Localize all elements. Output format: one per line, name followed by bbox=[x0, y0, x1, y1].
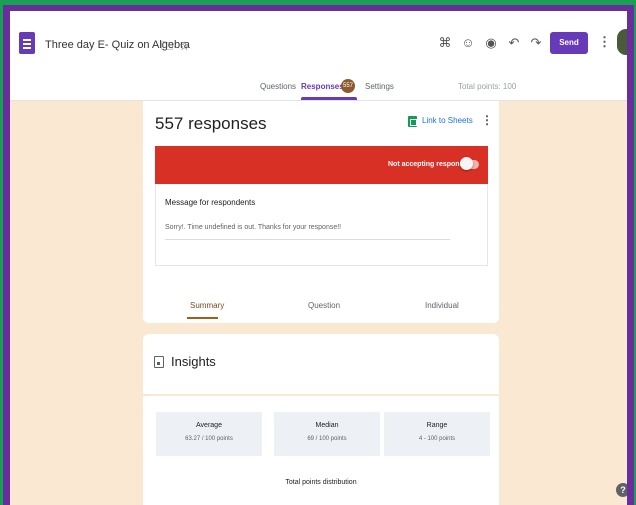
avatar[interactable] bbox=[617, 29, 627, 55]
stat-value: 63.27 / 100 points bbox=[185, 436, 233, 442]
stat-value: 4 - 100 points bbox=[418, 436, 456, 442]
star-icon[interactable]: ☆ bbox=[179, 39, 190, 53]
link-to-sheets[interactable]: Link to Sheets bbox=[422, 116, 473, 125]
browser-viewport: Three day E- Quiz on Algebra 🗀 ☆ ⌘ ☺ ◉ ↶ … bbox=[10, 11, 627, 505]
palette-icon[interactable]: ☺ bbox=[461, 35, 475, 50]
respondent-message-box: Message for respondents Sorry!. Time und… bbox=[155, 184, 488, 266]
insights-title: Insights bbox=[171, 354, 216, 369]
tab-individual[interactable]: Individual bbox=[425, 301, 459, 310]
tab-questions[interactable]: Questions bbox=[260, 82, 296, 91]
tab-question[interactable]: Question bbox=[308, 301, 340, 310]
stat-range: Range 4 - 100 points bbox=[384, 412, 490, 456]
sheets-icon[interactable] bbox=[408, 116, 417, 127]
eye-preview-icon[interactable]: ◉ bbox=[484, 35, 498, 51]
responses-count-badge: 557 bbox=[341, 79, 355, 93]
more-vert-icon[interactable]: ⋮ bbox=[598, 34, 611, 50]
form-header: Three day E- Quiz on Algebra 🗀 ☆ ⌘ ☺ ◉ ↶ … bbox=[10, 11, 627, 101]
redo-icon[interactable]: ↷ bbox=[529, 35, 543, 51]
send-button[interactable]: Send bbox=[550, 32, 588, 54]
message-input[interactable]: Sorry!. Time undefined is out. Thanks fo… bbox=[165, 224, 341, 231]
responses-more-icon[interactable]: ⋮ bbox=[481, 113, 493, 127]
responses-count: 557 responses bbox=[155, 114, 267, 133]
insights-card: Insights bbox=[143, 334, 499, 394]
stat-average: Average 63.27 / 100 points bbox=[156, 412, 262, 456]
tab-settings[interactable]: Settings bbox=[365, 82, 394, 91]
responses-card: 557 responses Link to Sheets ⋮ Not accep… bbox=[143, 101, 499, 323]
insights-icon bbox=[154, 356, 164, 368]
insights-stats-card: Average 63.27 / 100 points Median 69 / 1… bbox=[143, 396, 499, 505]
tab-summary[interactable]: Summary bbox=[190, 301, 224, 310]
form-tabs: Questions Responses 557 Settings Total p… bbox=[10, 75, 627, 101]
not-accepting-banner: Not accepting responses bbox=[155, 146, 488, 184]
stat-value: 69 / 100 points bbox=[307, 436, 347, 442]
stat-label: Range bbox=[426, 422, 448, 429]
total-points: Total points: 100 bbox=[458, 82, 517, 91]
sub-tab-indicator bbox=[187, 317, 218, 319]
not-accepting-label: Not accepting responses bbox=[388, 161, 472, 168]
stat-label: Median bbox=[315, 422, 339, 429]
title-actions: 🗀 ☆ bbox=[161, 37, 196, 58]
forms-doc-icon[interactable] bbox=[19, 32, 35, 54]
distribution-title: Total points distribution bbox=[285, 479, 357, 486]
message-label: Message for respondents bbox=[165, 198, 256, 207]
help-icon[interactable]: ? bbox=[616, 483, 627, 497]
message-underline bbox=[165, 239, 450, 240]
accepting-toggle[interactable] bbox=[460, 157, 473, 170]
stat-median: Median 69 / 100 points bbox=[274, 412, 380, 456]
tab-responses[interactable]: Responses bbox=[301, 82, 344, 91]
undo-icon[interactable]: ↶ bbox=[507, 35, 521, 51]
folder-icon[interactable]: 🗀 bbox=[161, 39, 173, 53]
stat-label: Average bbox=[196, 422, 222, 429]
addon-puzzle-icon[interactable]: ⌘ bbox=[438, 35, 452, 51]
active-tab-indicator bbox=[301, 97, 357, 100]
